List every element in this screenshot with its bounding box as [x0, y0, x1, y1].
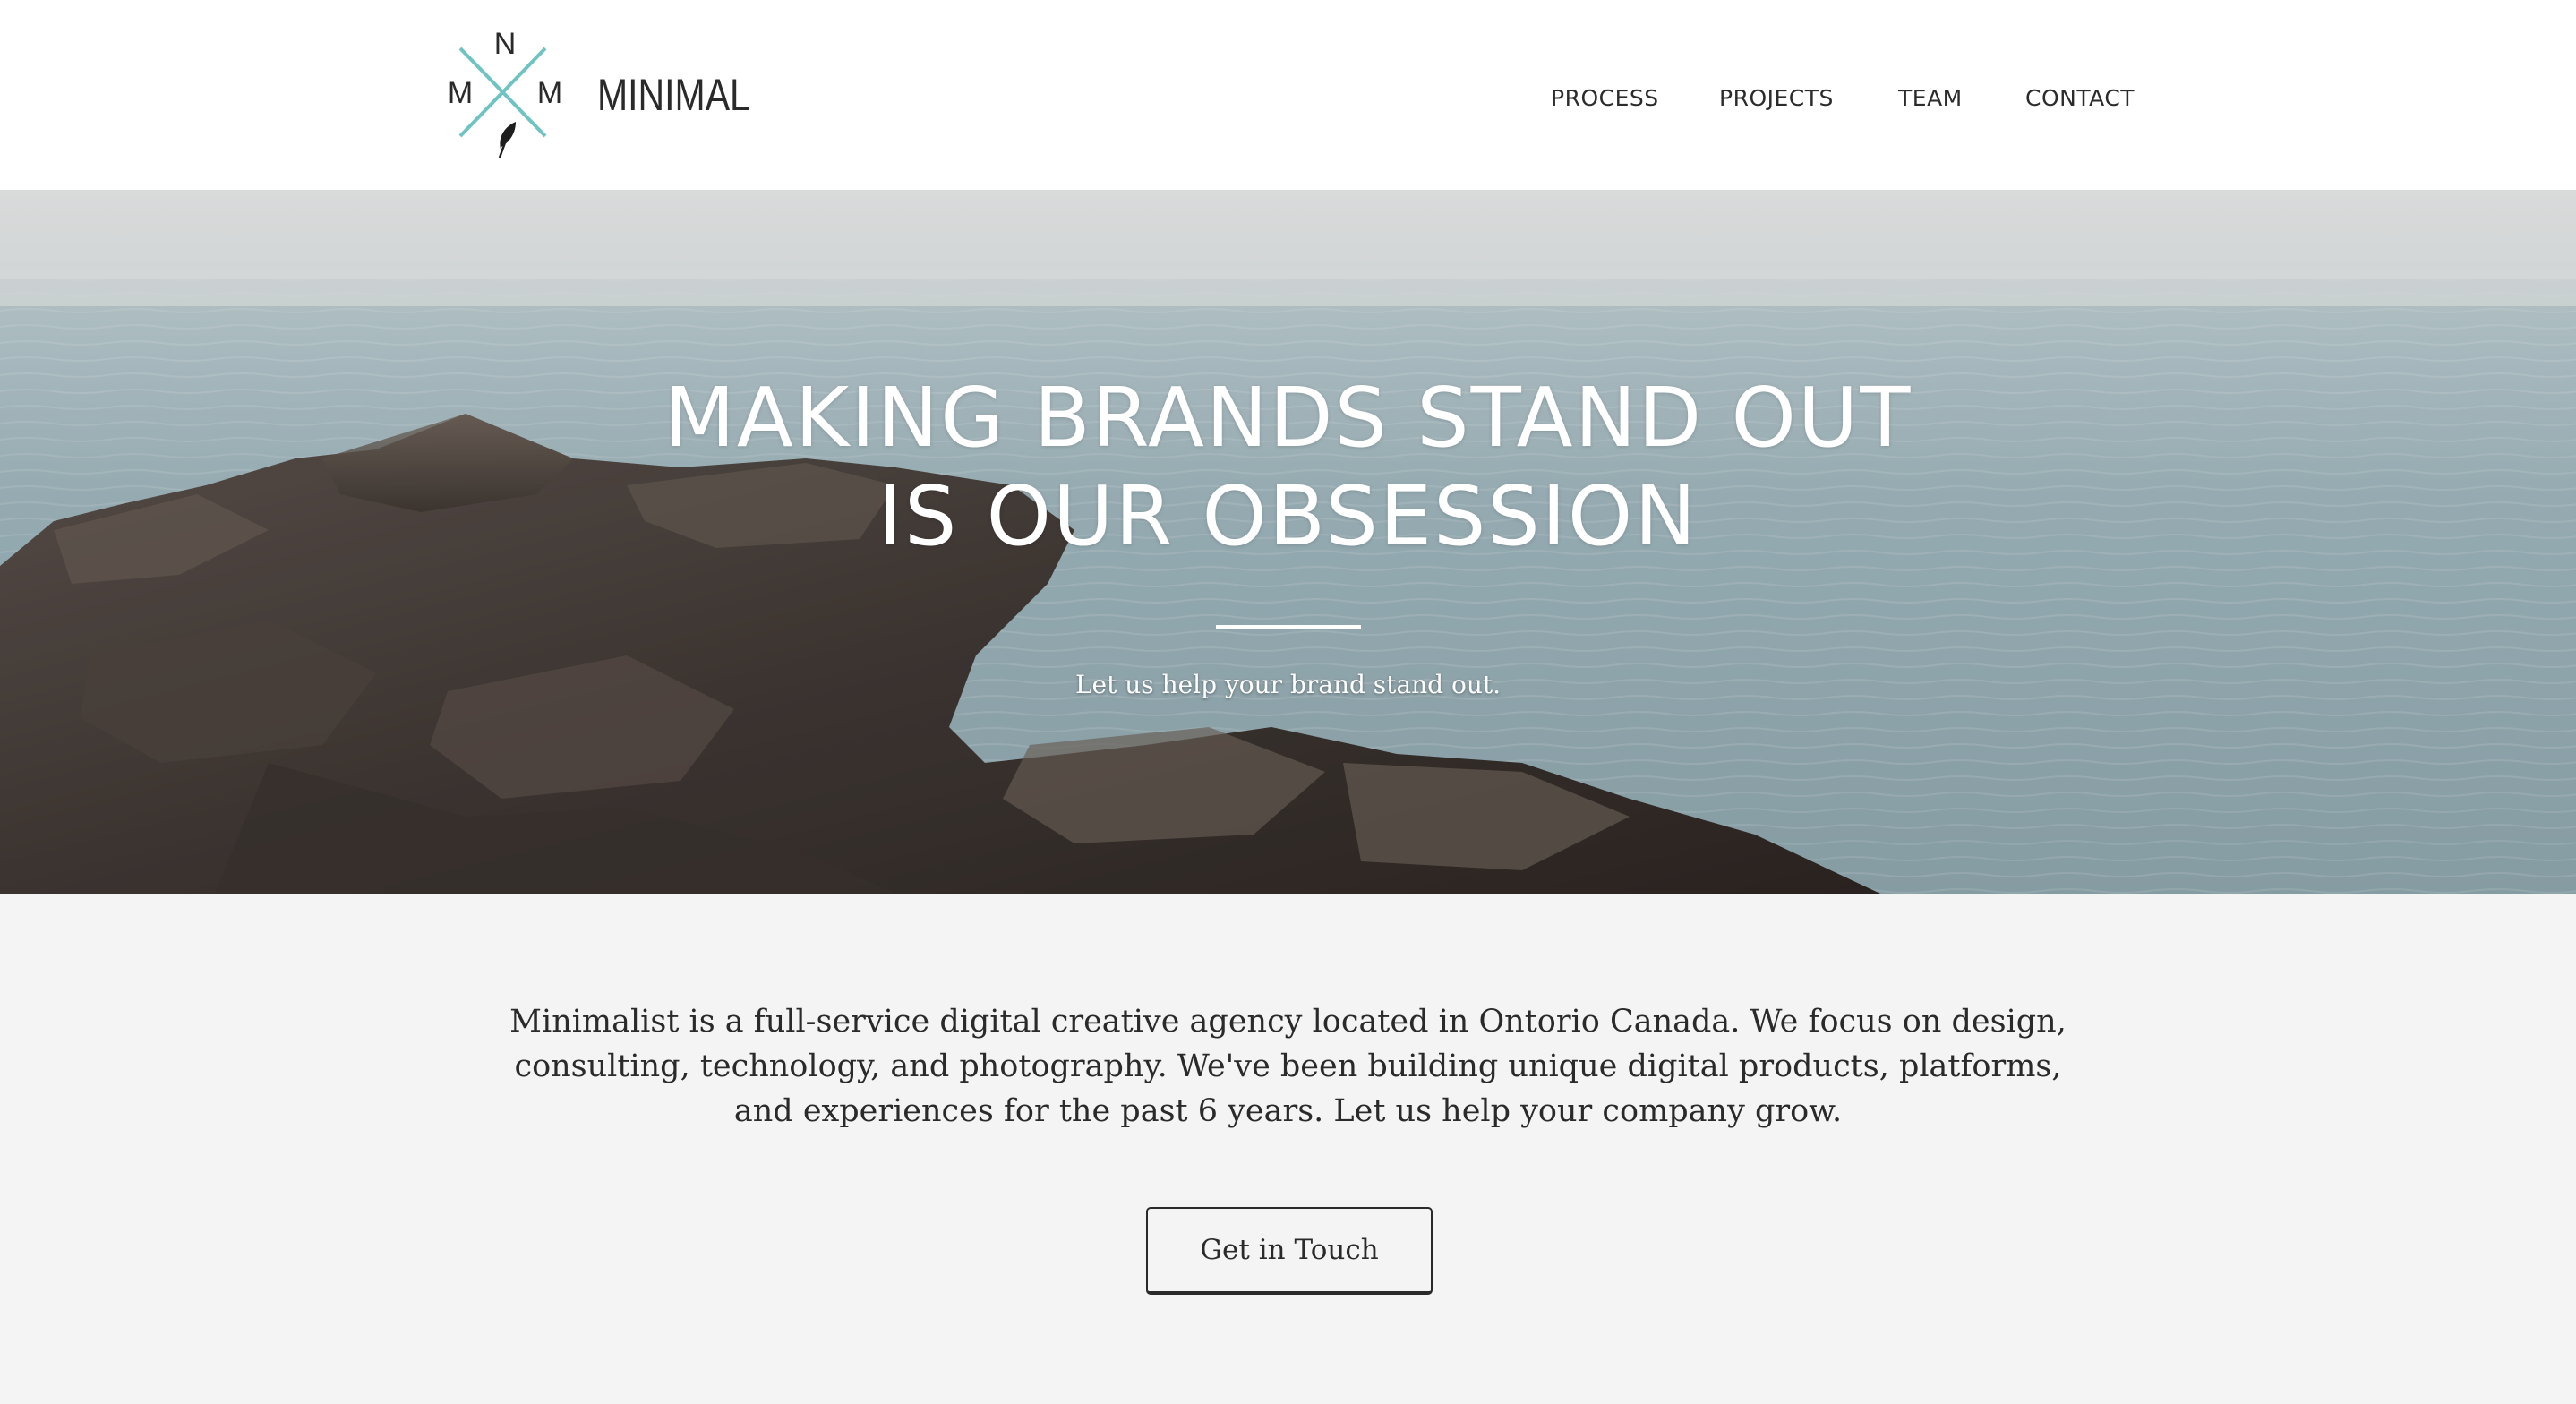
- hero-title-line-1: MAKING BRANDS STAND OUT: [663, 370, 1913, 466]
- about-section: Minimalist is a full-service digital cre…: [0, 894, 2576, 1404]
- main-nav: PROCESS PROJECTS TEAM CONTACT: [0, 81, 2576, 116]
- nav-item-process[interactable]: PROCESS: [1551, 81, 1659, 116]
- hero-section: MAKING BRANDS STAND OUT IS OUR OBSESSION…: [0, 190, 2576, 894]
- hero-title: MAKING BRANDS STAND OUT IS OUR OBSESSION: [0, 369, 2576, 566]
- site-header: N M M MINIMAL PROCESS PROJECTS TEAM CONT…: [0, 0, 2576, 190]
- get-in-touch-button[interactable]: Get in Touch: [1146, 1207, 1433, 1295]
- logo-letter-top: N: [494, 27, 517, 61]
- nav-item-contact[interactable]: CONTACT: [2025, 81, 2135, 116]
- nav-item-team[interactable]: TEAM: [1898, 81, 1963, 116]
- feather-icon: [498, 122, 516, 158]
- about-text: Minimalist is a full-service digital cre…: [509, 1004, 2067, 1129]
- hero-divider: [1216, 625, 1361, 629]
- nav-item-projects[interactable]: PROJECTS: [1719, 81, 1834, 116]
- hero-title-line-2: IS OUR OBSESSION: [877, 468, 1699, 564]
- hero-subtitle: Let us help your brand stand out.: [1074, 670, 1502, 699]
